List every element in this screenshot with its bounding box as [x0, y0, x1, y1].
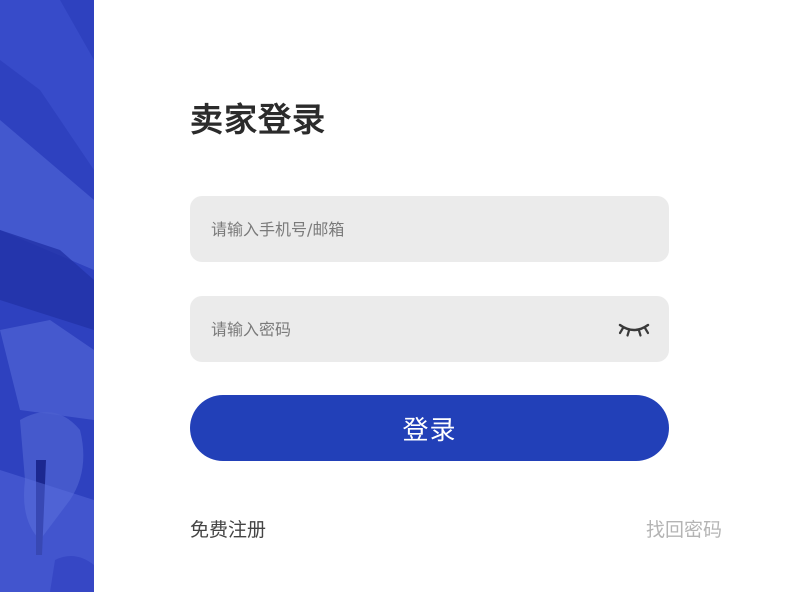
- side-decorative-image: [0, 0, 94, 592]
- password-field: [190, 296, 669, 362]
- account-input[interactable]: [190, 196, 669, 262]
- eye-closed-icon[interactable]: [617, 319, 651, 339]
- account-field: [190, 196, 669, 262]
- page-title: 卖家登录: [190, 100, 326, 139]
- forgot-password-link[interactable]: 找回密码: [646, 516, 722, 544]
- seller-login-page: 卖家登录 登录 免费注册 找回密码: [0, 0, 802, 592]
- login-button[interactable]: 登录: [190, 395, 669, 461]
- password-input[interactable]: [190, 296, 669, 362]
- register-link[interactable]: 免费注册: [190, 516, 266, 544]
